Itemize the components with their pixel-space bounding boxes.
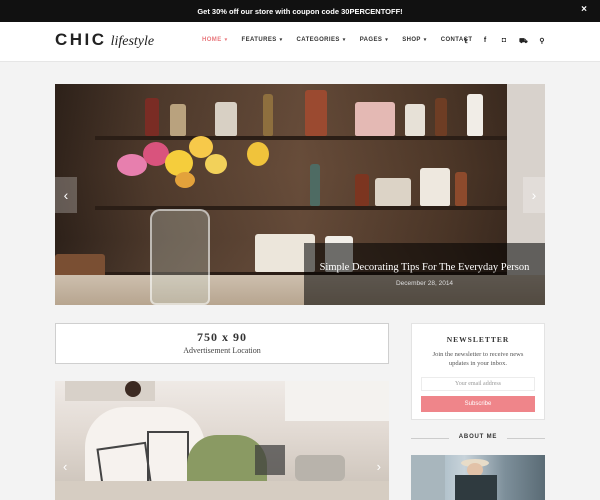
email-field[interactable]: Your email address xyxy=(421,377,535,392)
appliance xyxy=(255,445,285,475)
flower xyxy=(205,154,227,174)
logo-word: CHIC xyxy=(55,30,107,49)
kitchen-shelf xyxy=(65,381,155,401)
bowl xyxy=(295,455,345,481)
ad-label: Advertisement Location xyxy=(183,346,261,355)
background-crowd xyxy=(411,455,445,500)
slider-next-button[interactable]: › xyxy=(523,177,545,213)
slide-date: December 28, 2014 xyxy=(395,280,454,287)
bottle xyxy=(455,172,467,206)
flower xyxy=(247,142,269,166)
newsletter-heading: NEWSLETTER xyxy=(446,335,510,344)
chevron-down-icon: ▾ xyxy=(279,37,283,43)
promo-bar: Get 30% off our store with coupon code 3… xyxy=(0,0,600,22)
facebook-icon[interactable]: f xyxy=(481,37,489,46)
glass-jar xyxy=(150,209,210,305)
chevron-down-icon: ▾ xyxy=(385,37,389,43)
header-icons: 𝕥 f ◘ ⛟ ⚲ xyxy=(451,37,546,46)
slide-title[interactable]: Simple Decorating Tips For The Everyday … xyxy=(304,262,545,273)
chevron-down-icon: ▾ xyxy=(342,37,346,43)
bottle xyxy=(310,164,320,206)
nav-item-categories[interactable]: CATEGORIES ▾ xyxy=(297,37,346,43)
post-image-slider[interactable]: ‹ › xyxy=(55,381,389,500)
search-icon[interactable]: ⚲ xyxy=(538,37,546,46)
nav-item-pages[interactable]: PAGES ▾ xyxy=(360,37,388,43)
bottle xyxy=(215,102,237,136)
cart-icon[interactable]: ⛟ xyxy=(519,37,528,46)
ad-size: 750 x 90 xyxy=(197,330,247,344)
site-logo[interactable]: CHIC lifestyle xyxy=(55,30,154,50)
bottle xyxy=(405,104,425,136)
slider-prev-button[interactable]: ‹ xyxy=(55,177,77,213)
nav-label: CATEGORIES xyxy=(296,37,340,43)
nav-label: FEATURES xyxy=(241,37,277,43)
instagram-icon[interactable]: ◘ xyxy=(500,37,508,46)
about-heading: ABOUT ME xyxy=(411,434,545,440)
flower xyxy=(117,154,147,176)
shelf xyxy=(95,136,545,140)
bottle xyxy=(305,90,327,136)
flower xyxy=(175,172,195,188)
nav-label: PAGES xyxy=(359,37,383,43)
bottle xyxy=(263,94,273,136)
main-nav: HOME ▾ FEATURES ▾ CATEGORIES ▾ PAGES ▾ SHOP ▾… xyxy=(202,37,486,43)
site-header: CHIC lifestyle HOME ▾ FEATURES ▾ CATEGORIE… xyxy=(0,22,600,62)
counter xyxy=(55,481,389,500)
post-prev-button[interactable]: ‹ xyxy=(63,459,67,474)
chevron-down-icon: ▾ xyxy=(224,37,228,43)
nav-label: HOME xyxy=(202,37,222,43)
person-head xyxy=(125,381,141,397)
promo-text: Get 30% off our store with coupon code 3… xyxy=(197,6,403,16)
nav-label: SHOP xyxy=(402,37,421,43)
twitter-icon[interactable]: 𝕥 xyxy=(462,37,470,46)
chevron-down-icon: ▾ xyxy=(423,37,427,43)
bottle xyxy=(375,178,411,206)
nav-item-shop[interactable]: SHOP ▾ xyxy=(402,37,427,43)
about-image xyxy=(411,455,545,500)
newsletter-text: Join the newsletter to receive news upda… xyxy=(432,351,524,368)
jacket xyxy=(455,475,497,500)
slide-caption[interactable]: Simple Decorating Tips For The Everyday … xyxy=(304,243,545,305)
bottle xyxy=(355,102,395,136)
post-next-button[interactable]: › xyxy=(377,459,381,474)
bottle xyxy=(170,104,186,136)
bottle xyxy=(467,94,483,136)
logo-script: lifestyle xyxy=(110,34,155,49)
bottle xyxy=(435,98,447,136)
nav-item-features[interactable]: FEATURES ▾ xyxy=(242,37,283,43)
bottle xyxy=(355,174,369,206)
subscribe-button[interactable]: Subscribe xyxy=(421,396,535,413)
bottle xyxy=(145,98,159,136)
bottle xyxy=(420,168,450,206)
nav-item-home[interactable]: HOME ▾ xyxy=(202,37,228,43)
close-icon[interactable]: × xyxy=(581,4,587,15)
advertisement-banner[interactable]: 750 x 90 Advertisement Location xyxy=(55,323,389,364)
cabinet xyxy=(285,381,389,421)
newsletter-widget: NEWSLETTER Join the newsletter to receiv… xyxy=(411,323,545,420)
